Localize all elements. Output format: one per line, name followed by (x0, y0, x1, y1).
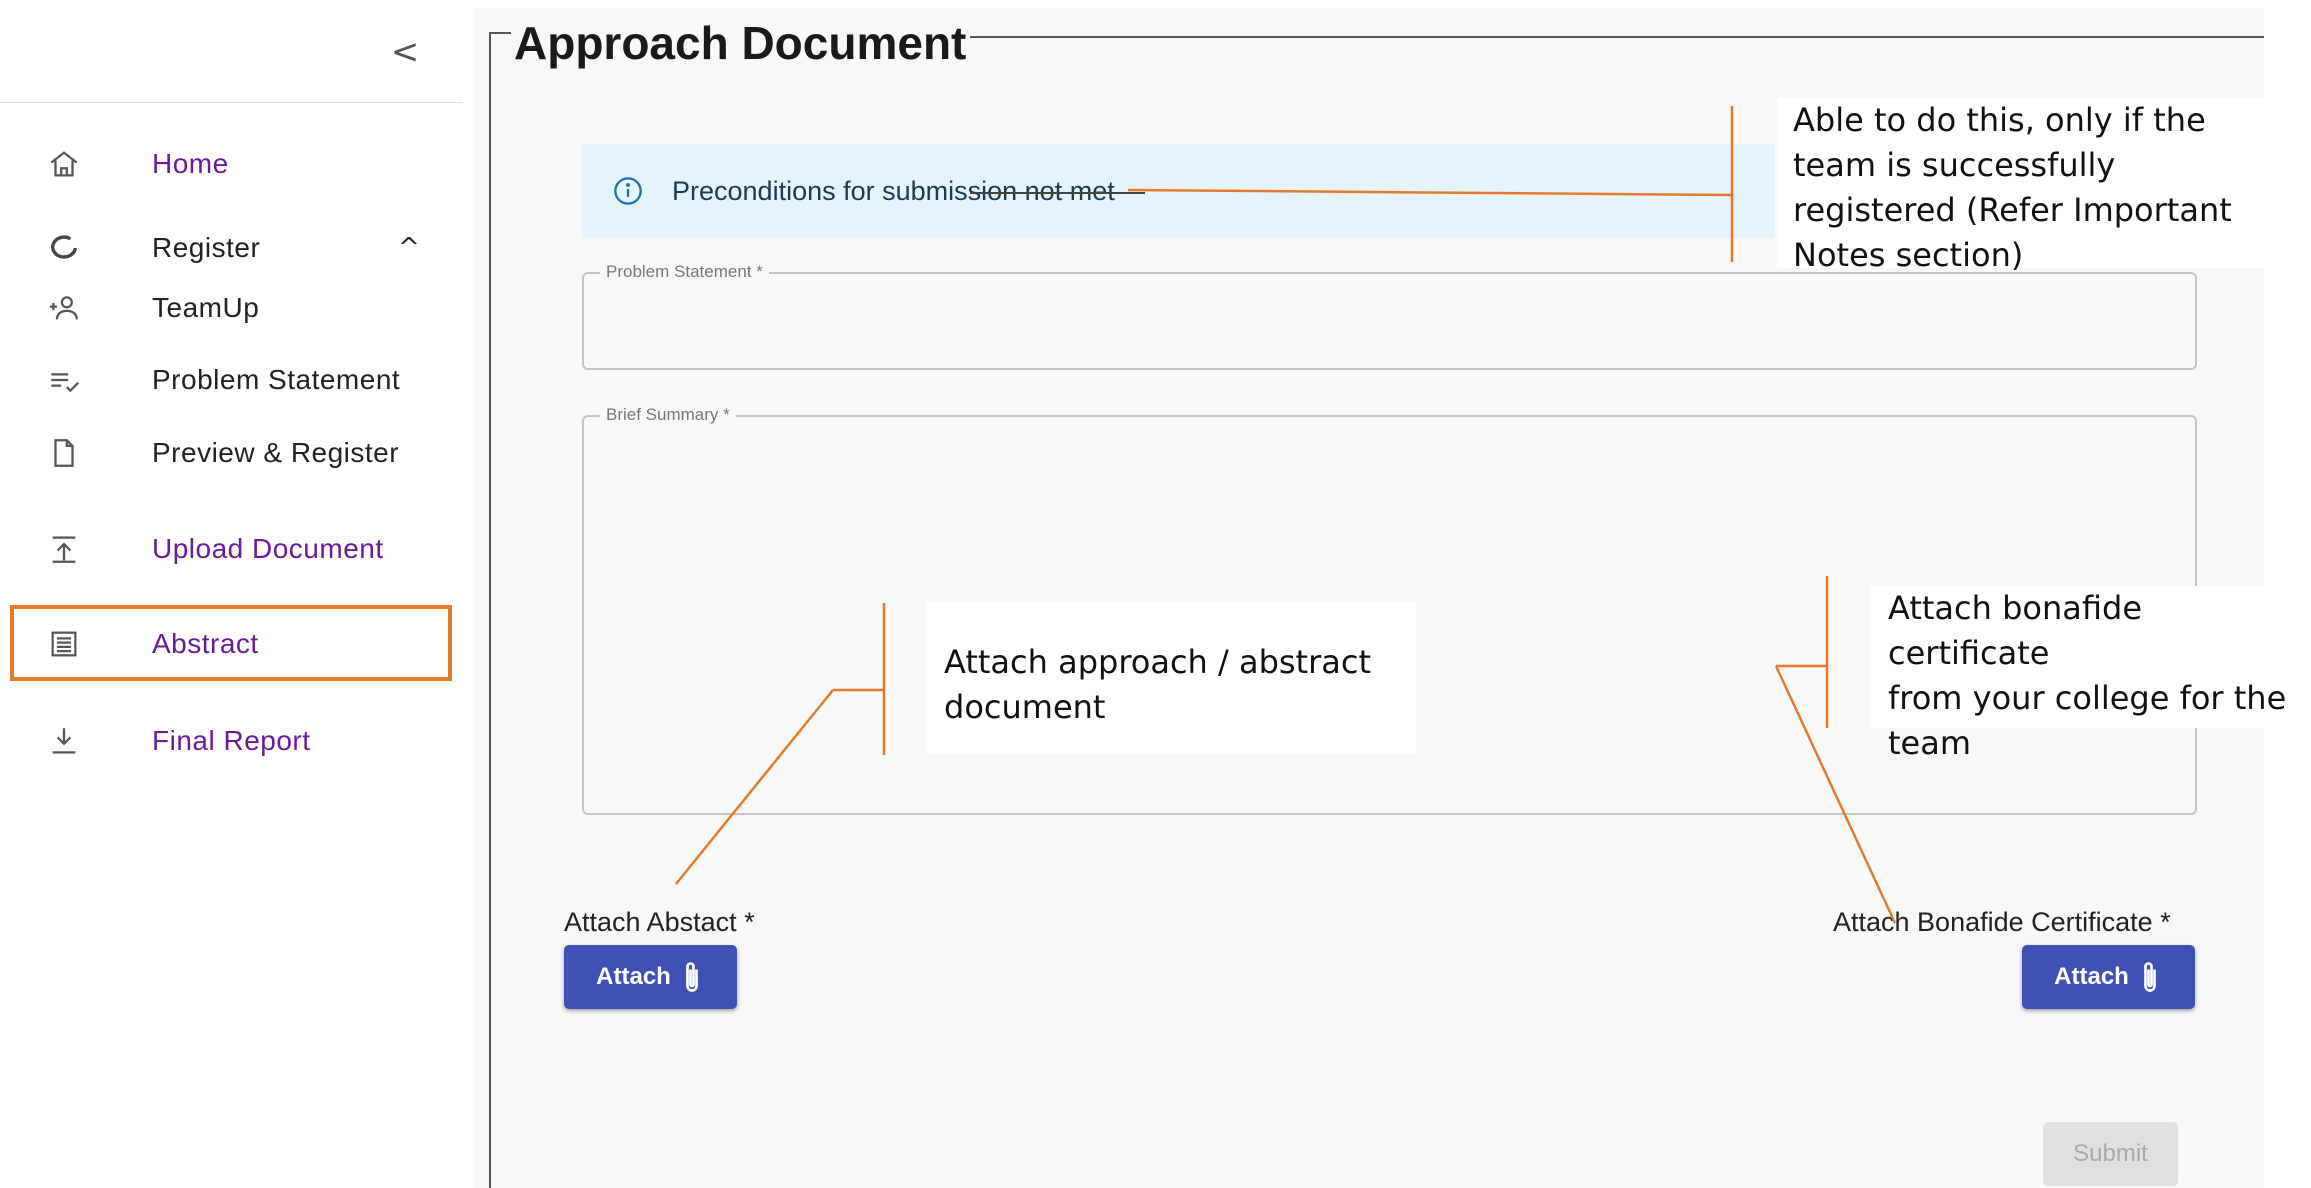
file-icon (44, 433, 84, 473)
circle-outline-icon (44, 228, 84, 268)
info-icon (612, 175, 644, 207)
sidebar-item-preview-register[interactable]: Preview & Register (0, 425, 462, 481)
sidebar-item-label: Register (152, 232, 261, 263)
strikethrough-mark (970, 192, 1145, 194)
sidebar-item-label: Abstract (152, 628, 259, 659)
precondition-alert: Preconditions for submission not met (582, 144, 1775, 238)
attach-abstract-button[interactable]: Attach (564, 945, 737, 1009)
bonafide-note-callout: Attach bonafide certificate from your co… (1870, 586, 2311, 762)
sidebar-item-label: Preview & Register (152, 437, 400, 468)
collapse-sidebar-button[interactable]: < (390, 32, 420, 72)
sidebar-item-abstract[interactable]: Abstract (0, 616, 462, 672)
fieldset-border (970, 36, 2264, 38)
attach-button-label: Attach (2054, 963, 2129, 990)
paperclip-icon (2143, 962, 2156, 992)
sidebar-item-label: Problem Statement (152, 364, 401, 395)
sidebar-item-label: Home (152, 148, 229, 179)
page-title: Approach Document (514, 17, 967, 69)
chevron-up-icon[interactable]: ^ (398, 233, 420, 263)
registration-note-callout: Able to do this, only if the team is suc… (1777, 98, 2265, 274)
problem-statement-field[interactable]: Problem Statement * (582, 262, 2197, 370)
sidebar-item-label: Final Report (152, 725, 311, 756)
attach-abstract-label: Attach Abstact * (564, 907, 755, 937)
upload-icon (44, 529, 84, 569)
download-icon (44, 721, 84, 761)
add-person-icon (44, 288, 84, 328)
sidebar-item-problem-statement[interactable]: Problem Statement (0, 352, 462, 408)
article-icon (44, 624, 84, 664)
sidebar-item-register[interactable]: Register ^ (0, 220, 462, 276)
submit-button[interactable]: Submit (2043, 1122, 2178, 1186)
home-icon (44, 144, 84, 184)
brief-summary-label: Brief Summary * (600, 405, 736, 425)
sidebar-item-final-report[interactable]: Final Report (0, 713, 462, 769)
chevron-left-icon: < (390, 32, 420, 72)
list-check-icon (44, 360, 84, 400)
sidebar-item-label: TeamUp (152, 292, 260, 323)
sidebar-divider (0, 102, 462, 103)
sidebar-item-teamup[interactable]: TeamUp (0, 280, 462, 336)
attach-bonafide-button[interactable]: Attach (2022, 945, 2195, 1009)
fieldset-border (489, 32, 511, 34)
attach-bonafide-label: Attach Bonafide Certificate * (1833, 907, 2171, 937)
abstract-note-callout: Attach approach / abstract document (926, 602, 1416, 754)
alert-text: Preconditions for submission not met (672, 175, 1115, 206)
sidebar-item-upload-document[interactable]: Upload Document (0, 521, 462, 577)
sidebar: < Home Register ^ TeamUp Problem Stateme… (0, 0, 462, 1188)
sidebar-item-home[interactable]: Home (0, 136, 462, 192)
fieldset-border (489, 32, 491, 1188)
problem-statement-label: Problem Statement * (600, 262, 769, 282)
attach-button-label: Attach (596, 963, 671, 990)
paperclip-icon (685, 962, 698, 992)
sidebar-item-label: Upload Document (152, 533, 384, 564)
